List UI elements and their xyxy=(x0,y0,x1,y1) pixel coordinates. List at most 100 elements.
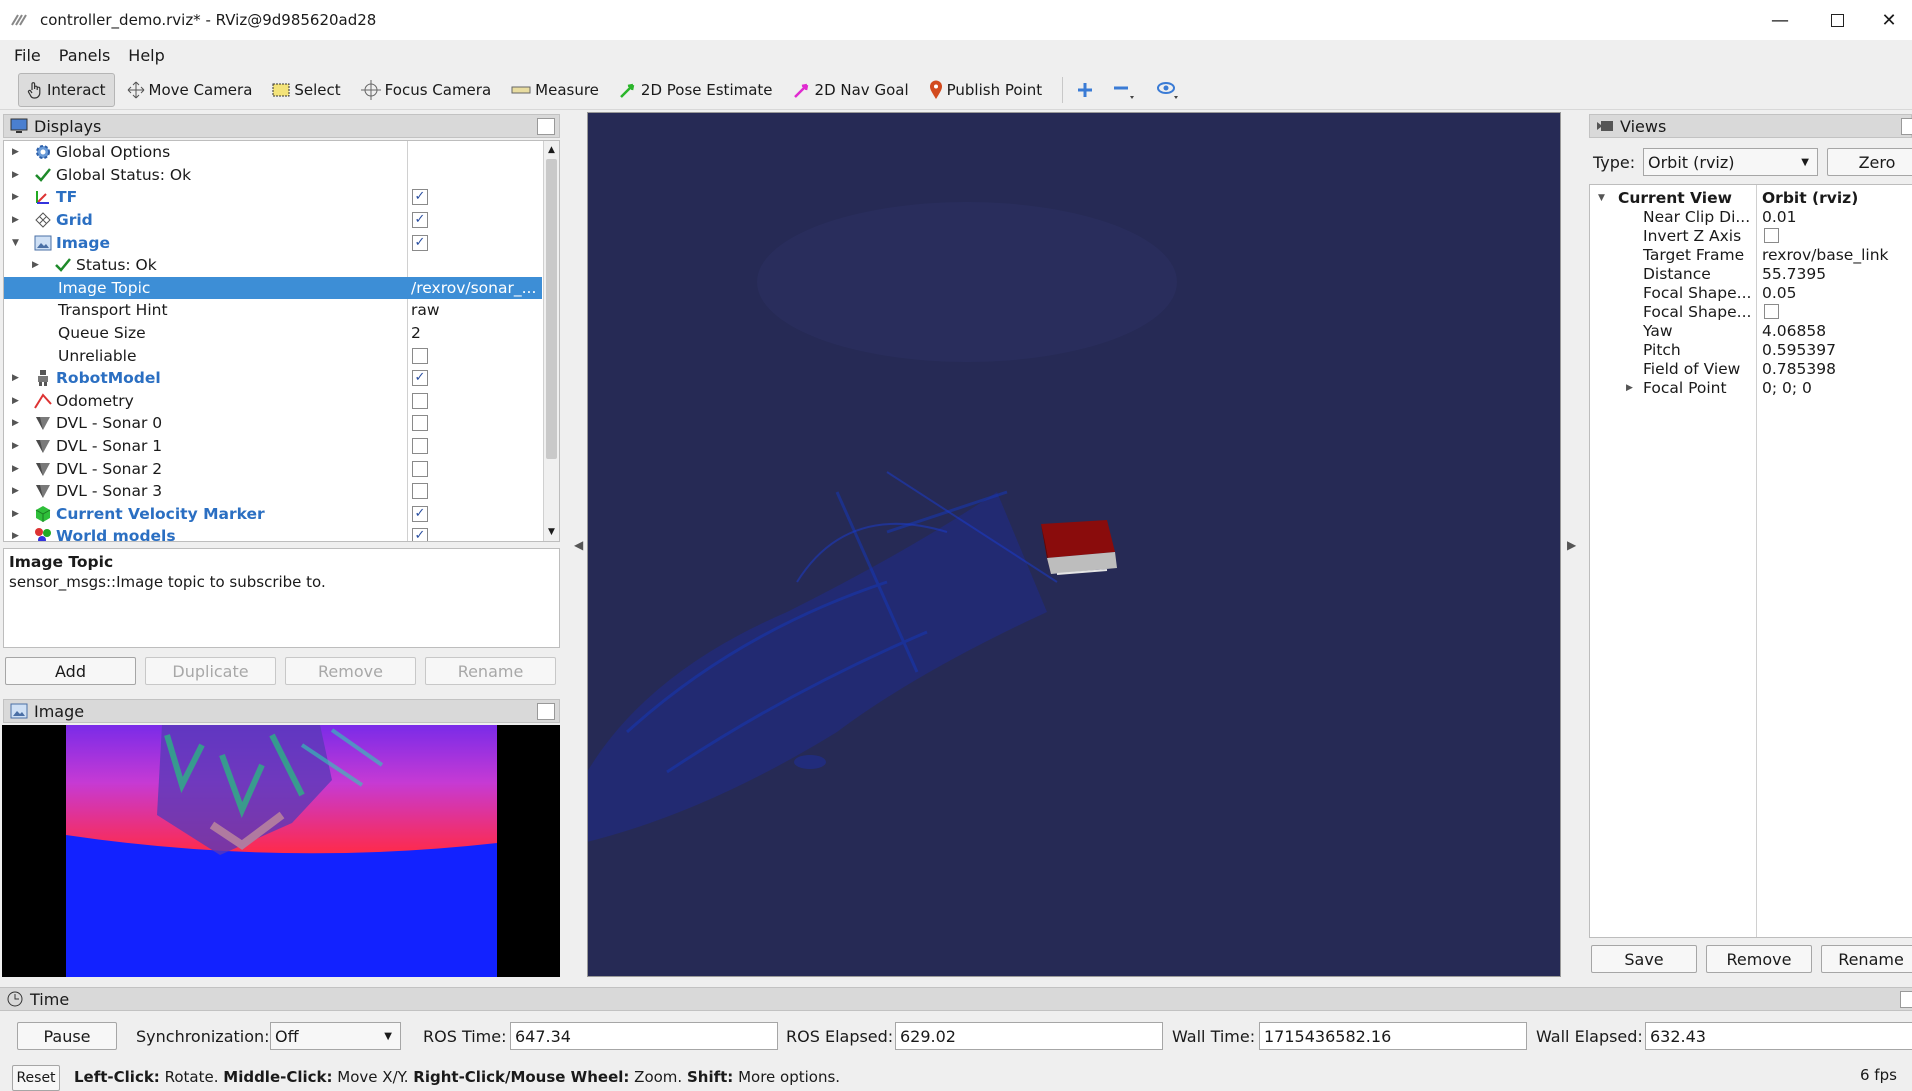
measure-tool-button[interactable]: Measure xyxy=(503,73,607,107)
nav-goal-tool-button[interactable]: 2D Nav Goal xyxy=(785,73,917,107)
display-row[interactable]: ▼ Image ✓ xyxy=(4,231,542,254)
enabled-checkbox[interactable] xyxy=(412,415,428,432)
display-row[interactable]: Transport Hint raw xyxy=(4,299,542,322)
displays-scrollbar[interactable]: ▲ ▼ xyxy=(543,141,559,541)
menu-file[interactable]: File xyxy=(14,46,41,65)
interact-tool-button[interactable]: Interact xyxy=(18,72,115,107)
display-row[interactable]: Image Topic/rexrov/sonar_... xyxy=(4,276,542,300)
enabled-checkbox[interactable] xyxy=(412,460,428,477)
expand-arrow-closed-icon[interactable]: ▶ xyxy=(32,260,39,270)
display-row[interactable]: ▶ DVL - Sonar 2 xyxy=(4,457,542,480)
enabled-checkbox[interactable] xyxy=(412,438,428,455)
publish-point-tool-button[interactable]: Publish Point xyxy=(921,73,1050,107)
view-property-row[interactable]: Near Clip Di... 0.01 xyxy=(1590,207,1912,226)
display-row[interactable]: Unreliable xyxy=(4,344,542,367)
view-property-value[interactable]: 0.05 xyxy=(1762,284,1797,302)
views-type-select[interactable]: Orbit (rviz) ▼ xyxy=(1643,148,1818,176)
wall-elapsed-field[interactable]: 632.43 xyxy=(1645,1022,1912,1050)
enabled-checkbox[interactable] xyxy=(412,347,428,364)
view-property-value[interactable]: 0.595397 xyxy=(1762,341,1836,359)
view-property-value[interactable]: 0.785398 xyxy=(1762,360,1836,378)
expand-arrow-closed-icon[interactable]: ▶ xyxy=(12,464,19,474)
minimize-button[interactable]: — xyxy=(1757,0,1803,40)
remove-view-button[interactable]: Remove xyxy=(1706,945,1812,973)
view-property-checkbox[interactable] xyxy=(1764,228,1779,243)
display-row[interactable]: Queue Size 2 xyxy=(4,322,542,345)
enabled-checkbox[interactable]: ✓ xyxy=(412,212,428,229)
reset-button[interactable]: Reset xyxy=(12,1065,60,1091)
display-row-value[interactable]: 2 xyxy=(411,324,421,342)
expand-arrow-closed-icon[interactable]: ▶ xyxy=(1626,383,1633,393)
add-tool-button[interactable] xyxy=(1071,73,1103,107)
display-row-value[interactable]: /rexrov/sonar_... xyxy=(411,279,536,297)
scrollbar-thumb[interactable] xyxy=(546,159,557,459)
remove-tool-button[interactable] xyxy=(1107,73,1147,107)
expand-arrow-closed-icon[interactable]: ▶ xyxy=(12,192,19,202)
enabled-checkbox[interactable]: ✓ xyxy=(412,370,428,387)
move-camera-tool-button[interactable]: Move Camera xyxy=(119,73,261,107)
display-row[interactable]: ▶ Grid ✓ xyxy=(4,209,542,232)
save-view-button[interactable]: Save xyxy=(1591,945,1697,973)
duplicate-display-button[interactable]: Duplicate xyxy=(145,657,276,685)
display-row[interactable]: ▶ TF ✓ xyxy=(4,186,542,209)
undock-image-button[interactable] xyxy=(537,703,555,720)
ros-time-field[interactable]: 647.34 xyxy=(510,1022,778,1050)
view-property-row[interactable]: Focal Shape... 0.05 xyxy=(1590,283,1912,302)
expand-arrow-closed-icon[interactable]: ▶ xyxy=(12,215,19,225)
view-property-row[interactable]: Focal Shape... xyxy=(1590,302,1912,321)
display-row[interactable]: ▶ RobotModel ✓ xyxy=(4,367,542,390)
focus-camera-tool-button[interactable]: Focus Camera xyxy=(353,73,499,107)
display-row[interactable]: ▶ DVL - Sonar 1 xyxy=(4,435,542,458)
undock-button[interactable] xyxy=(537,118,555,135)
rename-display-button[interactable]: Rename xyxy=(425,657,556,685)
view-property-checkbox[interactable] xyxy=(1764,304,1779,319)
expand-arrow-closed-icon[interactable]: ▶ xyxy=(12,441,19,451)
select-tool-button[interactable]: Select xyxy=(264,73,348,107)
menu-panels[interactable]: Panels xyxy=(59,46,111,65)
displays-tree[interactable]: ▲ ▼ ▶ Global Options ▶ Global Status: Ok ▶ TF… xyxy=(3,140,560,542)
view-property-row[interactable]: Field of View 0.785398 xyxy=(1590,359,1912,378)
enabled-checkbox[interactable]: ✓ xyxy=(412,189,428,206)
display-row-value[interactable]: raw xyxy=(411,301,440,319)
remove-display-button[interactable]: Remove xyxy=(285,657,416,685)
views-tree[interactable]: ▼ Current View Orbit (rviz) Near Clip Di...… xyxy=(1589,184,1912,938)
expand-arrow-closed-icon[interactable]: ▶ xyxy=(12,396,19,406)
pose-estimate-tool-button[interactable]: 2D Pose Estimate xyxy=(611,73,781,107)
view-property-value[interactable]: 55.7395 xyxy=(1762,265,1826,283)
current-view-row[interactable]: ▼ Current View Orbit (rviz) xyxy=(1590,188,1912,208)
view-property-row[interactable]: Distance 55.7395 xyxy=(1590,264,1912,283)
expand-arrow-closed-icon[interactable]: ▶ xyxy=(12,170,19,180)
close-button[interactable]: ✕ xyxy=(1866,0,1912,40)
expand-arrow-closed-icon[interactable]: ▶ xyxy=(12,486,19,496)
expand-arrow-open-icon[interactable]: ▼ xyxy=(1598,193,1605,203)
add-display-button[interactable]: Add xyxy=(5,657,136,685)
expand-arrow-closed-icon[interactable]: ▶ xyxy=(12,509,19,519)
view-property-row[interactable]: ▶ Focal Point 0; 0; 0 xyxy=(1590,378,1912,397)
enabled-checkbox[interactable] xyxy=(412,483,428,500)
view-property-row[interactable]: Target Frame rexrov/base_link xyxy=(1590,245,1912,264)
enabled-checkbox[interactable]: ✓ xyxy=(412,528,428,541)
sync-select[interactable]: Off ▼ xyxy=(270,1022,401,1050)
ros-elapsed-field[interactable]: 629.02 xyxy=(895,1022,1163,1050)
enabled-checkbox[interactable] xyxy=(412,392,428,409)
display-row[interactable]: ▶ Status: Ok xyxy=(4,254,542,277)
wall-time-field[interactable]: 1715436582.16 xyxy=(1259,1022,1527,1050)
display-row[interactable]: ▶ DVL - Sonar 3 xyxy=(4,480,542,503)
expand-arrow-closed-icon[interactable]: ▶ xyxy=(12,373,19,383)
scroll-up-arrow[interactable]: ▲ xyxy=(548,145,555,155)
expand-arrow-closed-icon[interactable]: ▶ xyxy=(12,531,19,541)
display-row[interactable]: ▶ Global Options xyxy=(4,141,542,164)
expand-arrow-closed-icon[interactable]: ▶ xyxy=(12,418,19,428)
undock-views-button[interactable] xyxy=(1901,118,1912,135)
undock-time-button[interactable] xyxy=(1900,991,1912,1008)
pause-button[interactable]: Pause xyxy=(17,1022,117,1050)
enabled-checkbox[interactable]: ✓ xyxy=(412,234,428,251)
scroll-down-arrow[interactable]: ▼ xyxy=(548,527,555,537)
collapse-right-handle[interactable]: ▶ xyxy=(1567,538,1576,552)
display-row[interactable]: ▶ Odometry xyxy=(4,390,542,413)
display-row[interactable]: ▶ Current Velocity Marker ✓ xyxy=(4,503,542,526)
maximize-button[interactable] xyxy=(1814,0,1860,40)
view-property-row[interactable]: Pitch 0.595397 xyxy=(1590,340,1912,359)
menu-help[interactable]: Help xyxy=(128,46,164,65)
rename-view-button[interactable]: Rename xyxy=(1821,945,1912,973)
